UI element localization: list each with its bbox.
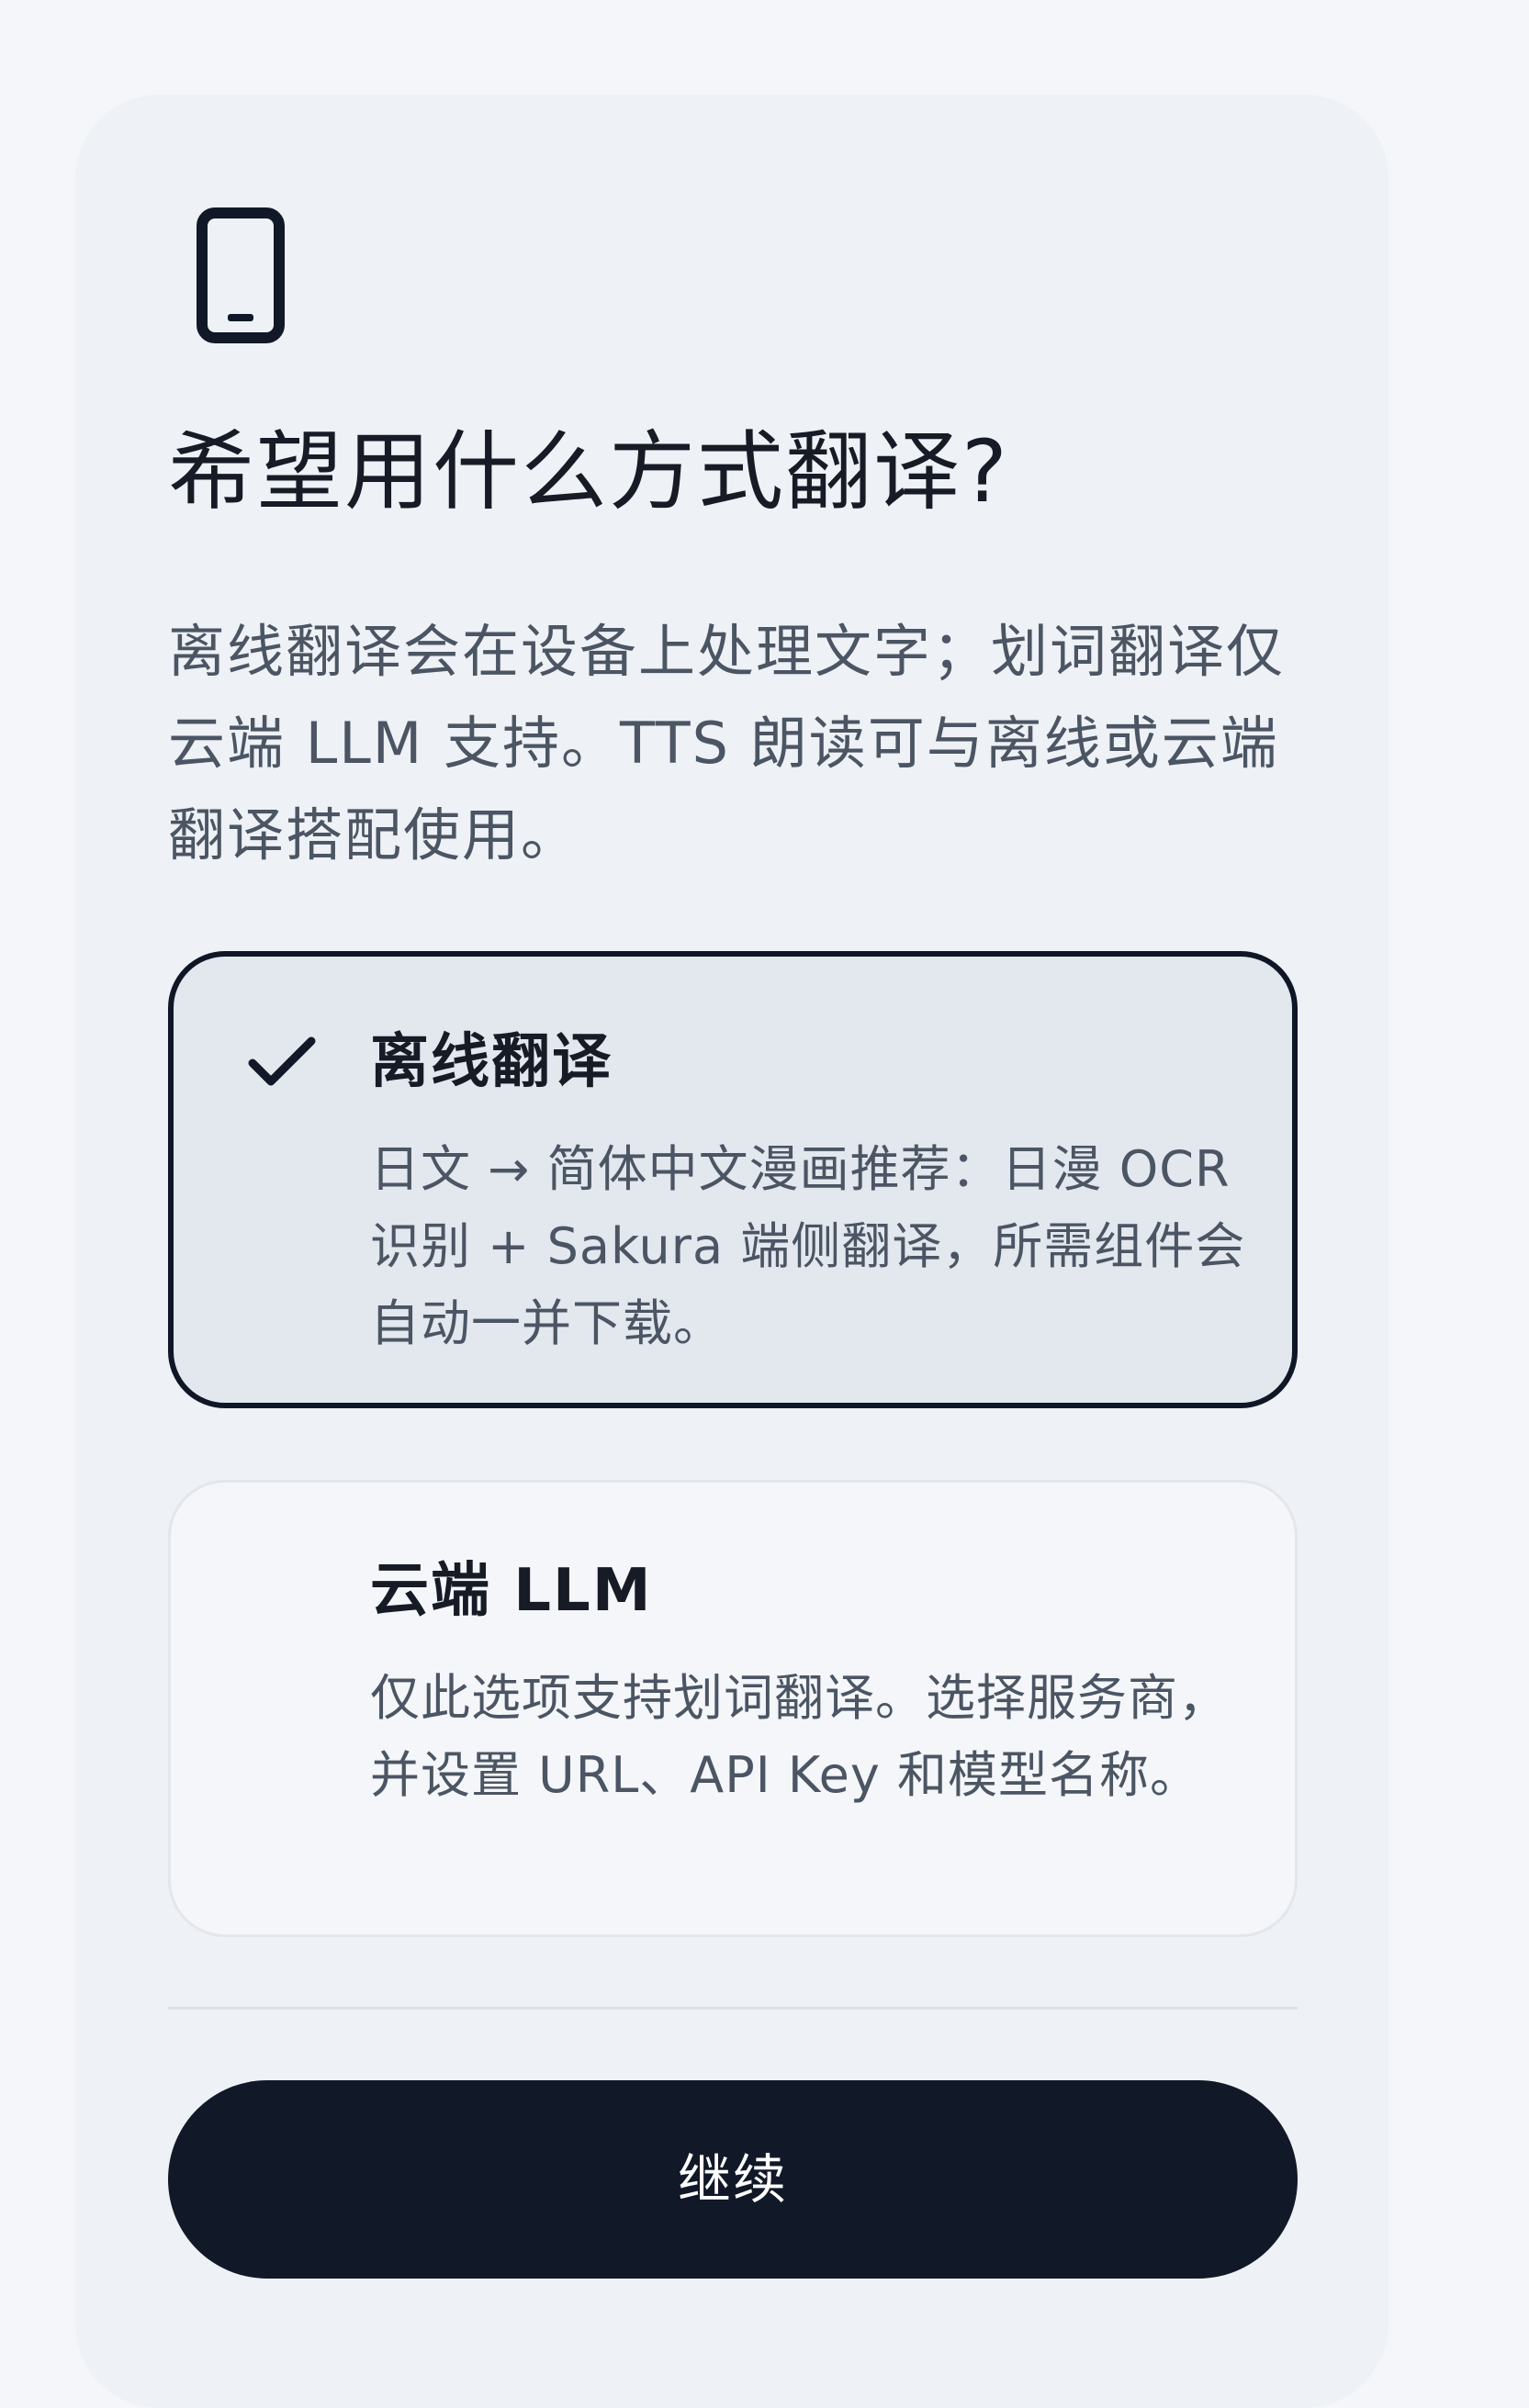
continue-button[interactable]: 继续 xyxy=(168,2080,1298,2279)
divider xyxy=(168,2007,1298,2010)
page-title: 希望用什么方式翻译? xyxy=(168,422,1009,522)
checkmark-icon xyxy=(248,1036,316,1086)
option-title: 离线翻译 xyxy=(370,1028,613,1096)
option-offline-translation[interactable]: 离线翻译 日文 → 简体中文漫画推荐：日漫 OCR 识别 + Sakura 端侧… xyxy=(168,951,1298,1408)
option-cloud-llm[interactable]: 云端 LLM 仅此选项支持划词翻译。选择服务商，并设置 URL、API Key … xyxy=(168,1480,1298,1937)
smartphone-icon xyxy=(197,207,285,343)
option-description: 日文 → 简体中文漫画推荐：日漫 OCR 识别 + Sakura 端侧翻译，所需… xyxy=(370,1140,1246,1352)
page-description: 离线翻译会在设备上处理文字；划词翻译仅云端 LLM 支持。TTS 朗读可与离线或… xyxy=(168,618,1286,868)
option-title: 云端 LLM xyxy=(370,1557,653,1625)
option-description: 仅此选项支持划词翻译。选择服务商，并设置 URL、API Key 和模型名称。 xyxy=(370,1669,1229,1804)
